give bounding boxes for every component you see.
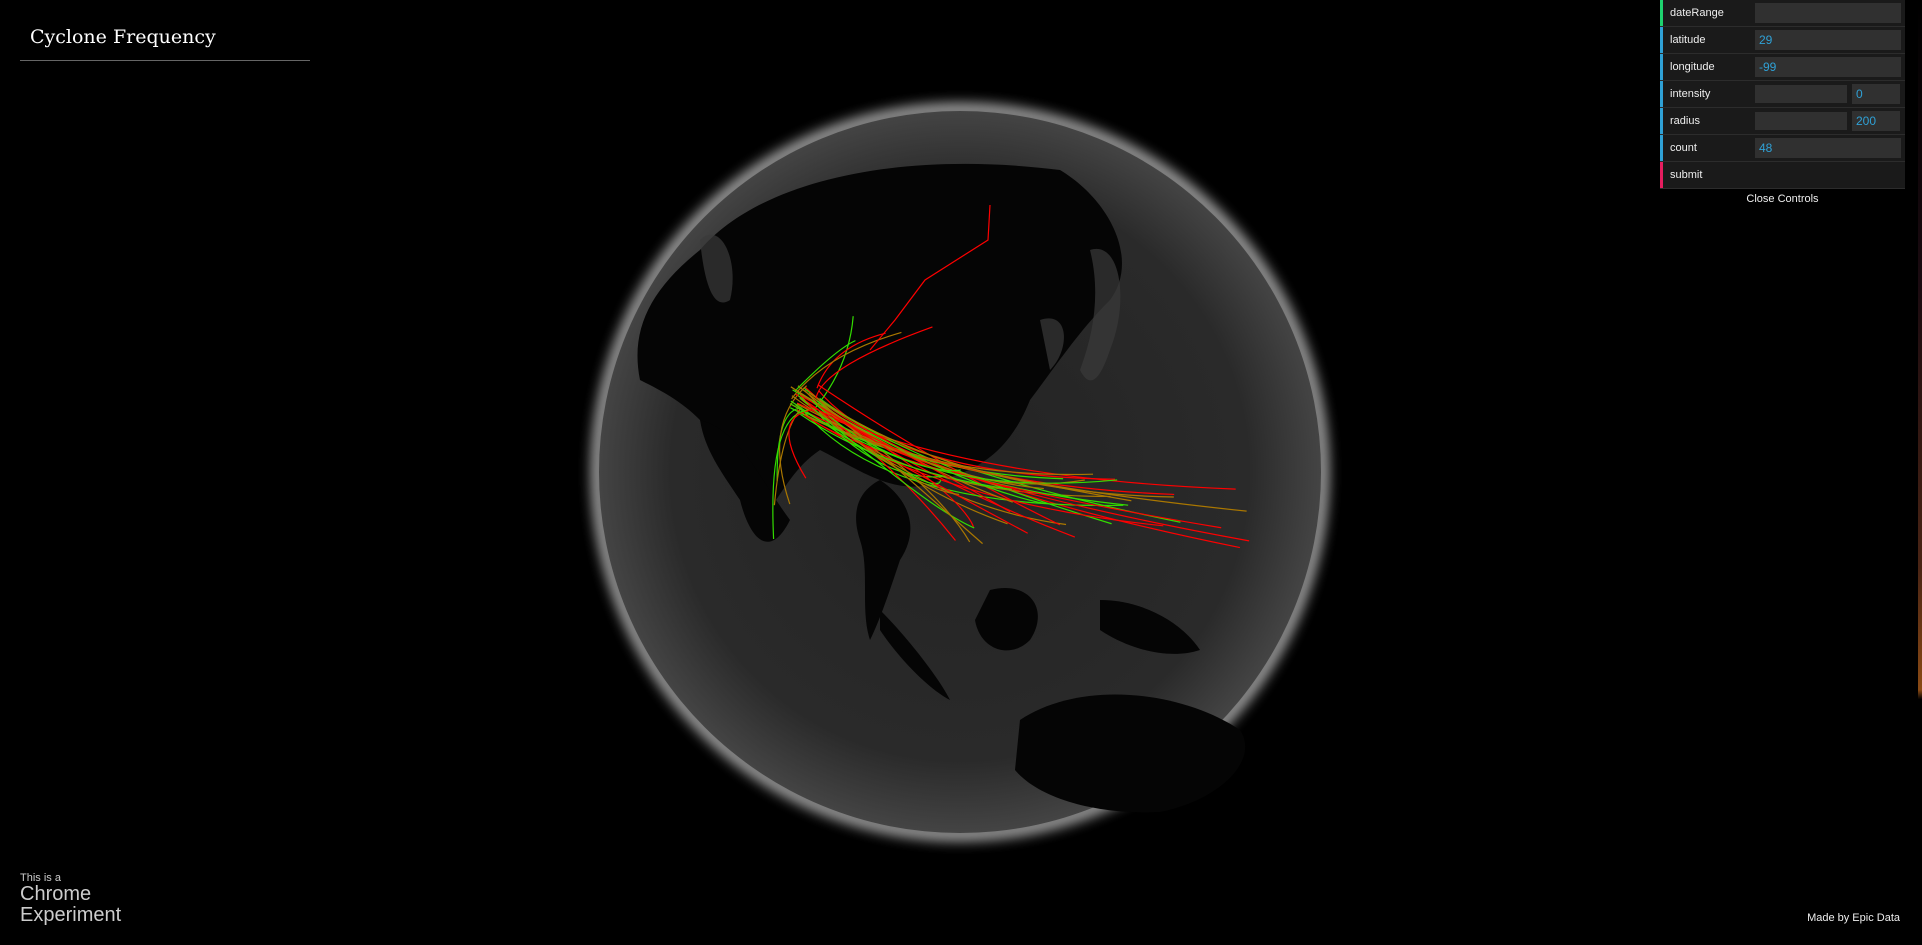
- title-bar: Cyclone Frequency: [20, 26, 310, 61]
- badge-line-3: Experiment: [20, 904, 122, 926]
- daterange-input[interactable]: [1755, 3, 1901, 23]
- globe-view[interactable]: [0, 0, 1922, 945]
- badge-line-2: Chrome: [20, 883, 92, 905]
- side-scrollbar[interactable]: [1918, 0, 1922, 945]
- submit-button[interactable]: submit: [1660, 162, 1905, 189]
- longitude-label: longitude: [1670, 61, 1715, 73]
- number-type-indicator: [1660, 135, 1663, 161]
- latitude-input[interactable]: [1755, 30, 1901, 50]
- number-type-indicator: [1660, 54, 1663, 80]
- number-type-indicator: [1660, 27, 1663, 53]
- page-title: Cyclone Frequency: [30, 26, 216, 48]
- radius-slider[interactable]: [1755, 112, 1847, 130]
- longitude-input[interactable]: [1755, 57, 1901, 77]
- radius-label: radius: [1670, 115, 1700, 127]
- close-controls-button[interactable]: Close Controls: [1660, 189, 1905, 213]
- string-type-indicator: [1660, 0, 1663, 26]
- submit-label: submit: [1670, 169, 1703, 181]
- intensity-label: intensity: [1670, 88, 1711, 100]
- control-radius: radius: [1660, 108, 1905, 135]
- controls-panel: dateRange latitude longitude intensity r…: [1660, 0, 1905, 213]
- number-type-indicator: [1660, 108, 1663, 134]
- intensity-slider[interactable]: [1755, 85, 1847, 103]
- control-intensity: intensity: [1660, 81, 1905, 108]
- latitude-label: latitude: [1670, 34, 1706, 46]
- radius-input[interactable]: [1852, 111, 1900, 131]
- control-longitude: longitude: [1660, 54, 1905, 81]
- control-latitude: latitude: [1660, 27, 1905, 54]
- count-label: count: [1670, 142, 1697, 154]
- intensity-input[interactable]: [1852, 84, 1900, 104]
- control-daterange: dateRange: [1660, 0, 1905, 27]
- number-type-indicator: [1660, 81, 1663, 107]
- function-type-indicator: [1660, 162, 1663, 188]
- count-input[interactable]: [1755, 138, 1901, 158]
- chrome-experiment-badge[interactable]: This is a Chrome Experiment: [20, 872, 121, 926]
- credit-link[interactable]: Made by Epic Data: [1807, 912, 1900, 924]
- control-count: count: [1660, 135, 1905, 162]
- daterange-label: dateRange: [1670, 7, 1724, 19]
